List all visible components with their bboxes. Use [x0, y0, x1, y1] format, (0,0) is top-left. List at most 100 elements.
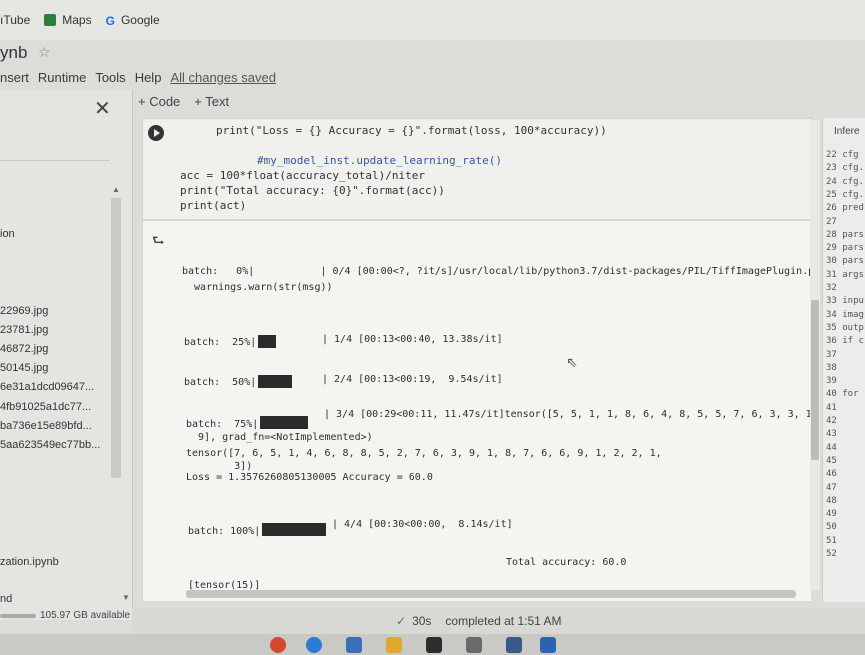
file-item[interactable]: 6e31a1dcd09647... [0, 381, 94, 393]
editor-line: 30 pars [826, 256, 864, 267]
editor-line: 48 [826, 495, 837, 506]
editor-line: 40 for [826, 389, 859, 400]
code-line: acc = 100*float(accuracy_total)/niter [180, 169, 426, 182]
save-status-link[interactable]: All changes saved [170, 70, 276, 85]
file-item[interactable]: 22969.jpg [0, 305, 48, 317]
editor-tab-title[interactable]: Infere [834, 126, 860, 137]
output-horizontal-scrollbar[interactable] [186, 590, 796, 598]
progress-bar-100 [262, 523, 326, 536]
star-icon[interactable]: ☆ [38, 44, 51, 61]
bookmark-maps[interactable]: Maps [44, 13, 92, 27]
code-line: print(act) [180, 199, 247, 212]
notebook-toolbar: + Code + Text [138, 94, 243, 109]
editor-line: 29 pars [826, 243, 864, 254]
file-item[interactable]: 46872.jpg [0, 343, 48, 355]
scroll-down-icon[interactable]: ▼ [122, 593, 130, 602]
editor-line: 27 [826, 216, 837, 227]
editor-line: 34 imag [826, 309, 864, 320]
close-icon[interactable]: ✕ [94, 96, 111, 121]
taskbar-app-icon[interactable] [306, 637, 322, 653]
taskbar-app-icon[interactable] [270, 637, 286, 653]
output-line: batch: 25%| [184, 337, 257, 348]
menu-runtime[interactable]: Runtime [38, 70, 86, 85]
editor-line: 26 pred [826, 203, 864, 214]
output-line: Total accuracy: 60.0 [506, 557, 627, 568]
editor-line: 42 [826, 416, 837, 426]
notebook-titlebar: ynb ☆ [0, 40, 865, 64]
editor-line: 45 [826, 455, 837, 466]
taskbar-app-icon[interactable] [466, 637, 482, 653]
editor-line: 46 [826, 469, 837, 480]
editor-line: 41 [826, 402, 837, 413]
editor-line: 39 [826, 376, 837, 387]
editor-line: 22 cfg [826, 150, 859, 160]
file-item[interactable]: 4fb91025a1dc77... [0, 401, 91, 413]
output-line: Loss = 1.3576260805130005 Accuracy = 60.… [186, 472, 433, 483]
taskbar-app-icon[interactable] [346, 637, 362, 653]
bookmarks-bar: ıTube Maps G Google [0, 0, 865, 40]
files-sidebar: ✕ ▲ ion 22969.jpg 23781.jpg 46872.jpg 50… [0, 90, 133, 621]
file-item[interactable]: 23781.jpg [0, 324, 48, 336]
add-code-button[interactable]: + Code [138, 94, 180, 109]
editor-line: 44 [826, 442, 837, 453]
editor-line: 51 [826, 535, 837, 546]
menu-insert[interactable]: nsert [0, 70, 29, 85]
output-line: tensor([7, 6, 5, 1, 4, 6, 8, 8, 5, 2, 7,… [186, 448, 662, 459]
scroll-up-icon[interactable]: ▲ [112, 185, 120, 194]
editor-line: 33 inpu [826, 296, 864, 307]
status-bar: ✓ 30s completed at 1:51 AM [132, 608, 865, 634]
taskbar-app-icon[interactable] [506, 637, 522, 653]
editor-line: 35 outp [826, 322, 864, 333]
output-line: batch: 50%| [184, 377, 257, 388]
mouse-cursor-icon: ⇖ [566, 354, 578, 370]
progress-bar-50 [258, 375, 292, 388]
menu-tools[interactable]: Tools [95, 70, 125, 85]
disk-usage-label: 105.97 GB available [40, 610, 131, 621]
editor-line: 52 [826, 549, 837, 559]
output-line: batch: 0%| | 0/4 [00:00<?, ?it/s]/usr/lo… [182, 266, 821, 277]
run-cell-button[interactable] [148, 125, 164, 141]
progress-bar-25 [258, 335, 276, 348]
output-line: batch: 100%| [188, 526, 261, 537]
taskbar-app-icon[interactable] [426, 637, 442, 653]
editor-side-panel: Infere 22 cfg 23 cfg. 24 cfg. 25 cfg. 26 pre… [822, 118, 865, 602]
disk-usage: 105.97 GB available [0, 610, 130, 621]
notebook-scroll-thumb[interactable] [811, 300, 819, 460]
bookmark-google[interactable]: G Google [106, 13, 160, 28]
editor-line: 38 [826, 362, 837, 373]
bookmark-label-youtube: ıTube [0, 13, 31, 27]
output-icon[interactable]: ⮑ [152, 230, 165, 254]
notebook-title[interactable]: ynb [0, 43, 27, 63]
disk-usage-bar [0, 613, 36, 618]
editor-line: 36 if c [826, 336, 864, 347]
output-line: | 3/4 [00:29<00:11, 11.47s/it]tensor([5,… [324, 409, 818, 420]
check-icon: ✓ [396, 614, 407, 628]
editor-line: 28 pars [826, 229, 864, 240]
taskbar-app-icon[interactable] [540, 637, 556, 653]
output-line: | 4/4 [00:30<00:00, 8.14s/it] [332, 519, 513, 530]
code-line: print("Loss = {} Accuracy = {}".format(l… [216, 124, 607, 137]
editor-line: 47 [826, 482, 837, 493]
file-item[interactable]: 5aa623549ec77bb... [0, 439, 100, 451]
output-line: 3]) [186, 461, 253, 472]
file-item[interactable]: nd [0, 593, 12, 605]
code-line: #my_model_inst.update_learning_rate() [257, 154, 503, 167]
file-item[interactable]: ion [0, 228, 15, 240]
editor-line: 37 [826, 349, 837, 360]
code-line: print("Total accuracy: {0}".format(acc)) [180, 184, 445, 197]
maps-icon [44, 14, 57, 26]
bookmark-youtube[interactable]: ıTube [0, 13, 30, 27]
bookmark-label-google: Google [120, 13, 160, 27]
output-line: batch: 75%| [186, 419, 259, 430]
output-line: | 2/4 [00:13<00:19, 9.54s/it] [322, 374, 503, 385]
add-text-button[interactable]: + Text [194, 94, 229, 109]
editor-line: 43 [826, 429, 837, 440]
sidebar-scrollbar[interactable] [111, 198, 121, 478]
completion-status: completed at 1:51 AM [445, 614, 562, 628]
taskbar-app-icon[interactable] [386, 637, 402, 653]
output-line: 9], grad_fn=<NotImplemented>) [186, 432, 373, 443]
file-item[interactable]: ba736e15e89bfd... [0, 420, 92, 432]
file-item[interactable]: zation.ipynb [0, 556, 59, 568]
file-item[interactable]: 50145.jpg [0, 362, 48, 374]
menu-help[interactable]: Help [135, 70, 162, 85]
